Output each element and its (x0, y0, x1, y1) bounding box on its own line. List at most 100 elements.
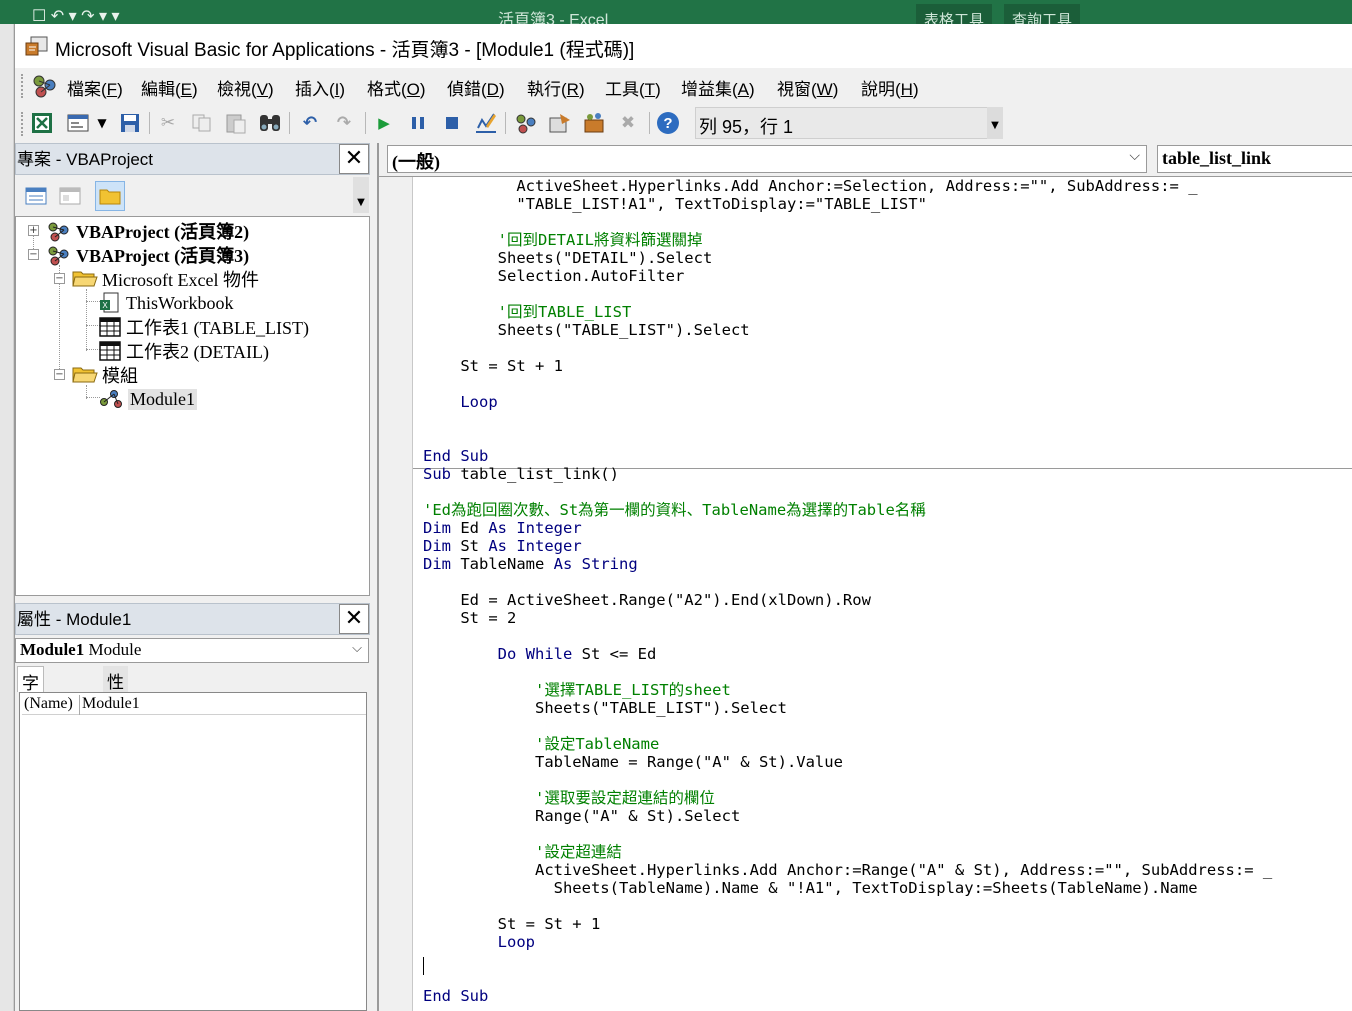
code-line[interactable]: Loop (423, 393, 497, 411)
code-line[interactable]: Ed = ActiveSheet.Range("A2").End(xlDown)… (423, 591, 871, 609)
help-icon[interactable]: ? (655, 110, 681, 136)
toolbox-icon[interactable]: ✖ (615, 110, 641, 136)
code-line[interactable]: Sheets("TABLE_LIST").Select (423, 321, 750, 339)
tab-categorized[interactable]: 性質分類 (103, 666, 128, 767)
code-line[interactable]: St = St + 1 (423, 357, 563, 375)
menu-addins[interactable]: 增益集(A) (681, 75, 755, 100)
chevron-down-icon: ⌵ (352, 640, 362, 655)
toggle-folders-icon[interactable] (95, 181, 125, 211)
insert-userform-icon[interactable] (65, 110, 91, 136)
excel-quick-access-icons[interactable]: ☐ ↶ ▾ ↷ ▾ ▾ (32, 6, 119, 26)
reset-icon[interactable] (439, 110, 465, 136)
tree-node-excel-objects[interactable]: Microsoft Excel 物件 (72, 267, 259, 291)
code-line[interactable]: "TABLE_LIST!A1", TextToDisplay:="TABLE_L… (423, 195, 927, 213)
collapse-excel-objects[interactable]: − (54, 273, 65, 284)
paste-icon[interactable] (223, 110, 249, 136)
code-line[interactable]: Sheets("TABLE_LIST").Select (423, 699, 787, 717)
vba-project-menu-icon[interactable] (31, 73, 59, 99)
cut-icon[interactable]: ✂ (155, 110, 181, 136)
view-excel-icon[interactable] (29, 110, 55, 136)
code-line[interactable]: Dim Ed As Integer (423, 519, 582, 537)
tree-node-sheet1[interactable]: 工作表1 (TABLE_LIST) (98, 315, 309, 339)
tree-node-sheet2[interactable]: 工作表2 (DETAIL) (98, 339, 269, 363)
tree-node-vbaproject-2[interactable]: VBAProject (活頁簿2) (46, 219, 249, 243)
folder-open-icon (72, 271, 98, 287)
project-explorer-icon[interactable] (513, 110, 539, 136)
code-line[interactable]: '設定超連結 (423, 843, 622, 861)
toolbar-grip[interactable] (21, 112, 25, 136)
project-close-button[interactable]: ✕ (339, 144, 369, 174)
window-titlebar[interactable]: Microsoft Visual Basic for Applications … (15, 24, 1352, 68)
code-line[interactable]: Range("A" & St).Select (423, 807, 740, 825)
menubar-grip[interactable] (21, 74, 25, 98)
tree-node-label: VBAProject (活頁簿3) (76, 246, 250, 266)
code-line[interactable]: Do While St <= Ed (423, 645, 657, 663)
find-icon[interactable] (257, 110, 283, 136)
code-line[interactable]: End Sub (423, 987, 488, 1005)
menu-tools[interactable]: 工具(T) (605, 75, 661, 100)
properties-header: 屬性 - Module1 ✕ (15, 603, 370, 635)
code-line[interactable]: '設定TableName (423, 735, 659, 753)
menu-run[interactable]: 執行(R) (527, 75, 585, 100)
code-line[interactable]: Selection.AutoFilter (423, 267, 685, 285)
code-line[interactable]: Sheets(TableName).Name & "!A1", TextToDi… (423, 879, 1198, 897)
menu-help[interactable]: 說明(H) (861, 75, 919, 100)
code-line[interactable]: St = St + 1 (423, 915, 601, 933)
save-icon[interactable] (117, 110, 143, 136)
code-line[interactable]: '回到TABLE_LIST (423, 303, 632, 321)
toolbar-separator (649, 112, 650, 134)
code-line[interactable]: '選取要設定超連結的欄位 (423, 789, 715, 807)
menu-window[interactable]: 視窗(W) (777, 75, 838, 100)
tree-node-modules[interactable]: 模組 (72, 363, 138, 387)
design-mode-icon[interactable] (473, 110, 499, 136)
code-line[interactable]: ActiveSheet.Hyperlinks.Add Anchor:=Range… (423, 861, 1272, 879)
procedure-combo[interactable]: table_list_link (1157, 145, 1352, 173)
code-line[interactable]: End Sub (423, 447, 488, 465)
properties-object-name: Module1 (20, 640, 85, 659)
property-value[interactable]: Module1 (82, 695, 140, 713)
code-line[interactable]: ActiveSheet.Hyperlinks.Add Anchor:=Selec… (423, 177, 1197, 195)
menu-file[interactable]: 檔案(F) (67, 75, 123, 100)
object-browser-icon[interactable] (581, 110, 607, 136)
code-line[interactable]: '回到DETAIL將資料篩選關掉 (423, 231, 703, 249)
object-combo[interactable]: (一般) ⌵ (387, 145, 1147, 173)
code-margin-indicator-bar[interactable] (379, 177, 413, 1011)
properties-close-button[interactable]: ✕ (339, 604, 369, 634)
code-line[interactable]: 'Ed為跑回圈次數、St為第一欄的資料、TableName為選擇的Table名稱 (423, 501, 926, 519)
code-line[interactable]: Sub table_list_link() (423, 465, 619, 483)
tab-alphabetic[interactable]: 字母順序 (17, 666, 44, 768)
code-line[interactable]: Dim St As Integer (423, 537, 582, 555)
code-line[interactable]: '選擇TABLE_LIST的sheet (423, 681, 731, 699)
code-line[interactable]: Loop (423, 933, 535, 951)
properties-window-icon[interactable] (547, 110, 573, 136)
insert-dropdown-icon[interactable]: ▼ (89, 110, 115, 136)
project-toolbar-scroll[interactable]: ▼ (353, 177, 369, 213)
undo-icon[interactable]: ↶ (297, 110, 323, 136)
copy-icon[interactable] (189, 110, 215, 136)
menu-debug[interactable]: 偵錯(D) (447, 75, 505, 100)
excel-sheet-edge (0, 24, 14, 1011)
tree-node-module1[interactable]: Module1 (98, 387, 197, 411)
code-line[interactable]: Dim TableName As String (423, 555, 638, 573)
properties-object-select[interactable]: Module1 Module ⌵ (15, 638, 369, 663)
code-line[interactable]: Sheets("DETAIL").Select (423, 249, 713, 267)
tree-node-vbaproject-3[interactable]: VBAProject (活頁簿3) (46, 243, 249, 267)
code-line[interactable]: St = 2 (423, 609, 516, 627)
menu-edit[interactable]: 編輯(E) (141, 75, 198, 100)
view-object-icon[interactable] (55, 181, 85, 211)
break-icon[interactable] (405, 110, 431, 136)
menu-insert[interactable]: 插入(I) (295, 75, 345, 100)
code-line[interactable]: TableName = Range("A" & St).Value (423, 753, 843, 771)
toolbar-options-dropdown[interactable]: ▼ (987, 107, 1003, 139)
menu-format[interactable]: 格式(O) (367, 75, 426, 100)
code-editor[interactable]: ActiveSheet.Hyperlinks.Add Anchor:=Selec… (413, 177, 1352, 1011)
tree-node-thisworkbook[interactable]: X ThisWorkbook (98, 291, 234, 315)
run-icon[interactable]: ▶ (371, 110, 397, 136)
view-code-icon[interactable] (21, 181, 51, 211)
expand-vbaproject-2[interactable]: + (28, 225, 39, 236)
menu-view[interactable]: 檢視(V) (217, 75, 274, 100)
property-row[interactable]: (Name) Module1 (22, 695, 366, 715)
redo-icon[interactable]: ↷ (331, 110, 357, 136)
collapse-vbaproject-3[interactable]: − (28, 249, 39, 260)
collapse-modules[interactable]: − (54, 369, 65, 380)
